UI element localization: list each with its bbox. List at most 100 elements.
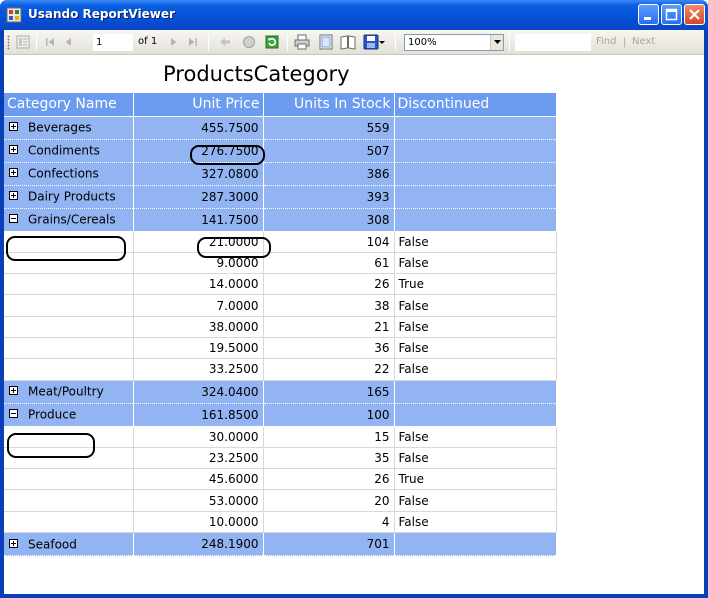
detail-discontinued: True: [394, 273, 557, 296]
detail-unit-price: 38.0000: [133, 316, 264, 338]
close-icon: [689, 9, 700, 20]
detail-row: 7.0000 38 False: [4, 294, 557, 317]
group-units-in-stock: 165: [263, 380, 395, 404]
detail-unit-price: 53.0000: [133, 489, 264, 512]
detail-discontinued: False: [394, 426, 557, 448]
detail-category-cell: [4, 489, 134, 512]
group-unit-price: 327.0800: [133, 162, 264, 186]
find-next-link[interactable]: Next: [632, 36, 655, 47]
expand-toggle-icon[interactable]: [9, 386, 18, 396]
group-discontinued: [394, 380, 557, 404]
report-viewport[interactable]: ProductsCategory Category Name Unit Pric…: [4, 56, 704, 594]
group-unit-price: 287.3000: [133, 185, 264, 209]
column-header-unit-price: Unit Price: [133, 93, 264, 117]
detail-category-cell: [4, 426, 134, 448]
document-map-icon[interactable]: [14, 33, 32, 51]
group-units-in-stock: 393: [263, 185, 395, 209]
group-row: Confections 327.0800 386: [4, 162, 557, 186]
detail-units-in-stock: 38: [263, 294, 395, 317]
group-unit-price: 141.7500: [133, 208, 264, 232]
zoom-select[interactable]: 100%: [404, 34, 504, 51]
group-units-in-stock: 386: [263, 162, 395, 186]
group-unit-price: 276.7500: [133, 139, 264, 163]
expand-toggle-icon[interactable]: [9, 168, 18, 178]
report-table: Category Name Unit Price Units In Stock …: [4, 93, 557, 557]
category-cell: Meat/Poultry: [4, 380, 134, 404]
expand-toggle-icon[interactable]: [9, 145, 18, 155]
last-page-icon[interactable]: [184, 33, 202, 51]
detail-row: 23.2500 35 False: [4, 447, 557, 470]
category-cell: Seafood: [4, 532, 134, 557]
maximize-button[interactable]: [661, 4, 682, 25]
export-dropdown-icon[interactable]: [377, 33, 387, 51]
detail-units-in-stock: 22: [263, 358, 395, 381]
print-layout-icon[interactable]: [317, 33, 335, 51]
detail-discontinued: True: [394, 468, 557, 491]
detail-category-cell: [4, 252, 134, 275]
detail-category-cell: [4, 294, 134, 317]
back-icon[interactable]: [216, 33, 234, 51]
find-text-input[interactable]: [515, 34, 591, 51]
detail-unit-price: 23.2500: [133, 447, 264, 470]
category-name-beverages: Beverages: [28, 120, 92, 135]
detail-discontinued: False: [394, 337, 557, 360]
expand-toggle-icon[interactable]: [9, 538, 18, 548]
collapse-toggle-icon[interactable]: [9, 214, 18, 224]
group-discontinued: [394, 162, 557, 186]
group-units-in-stock: 100: [263, 403, 395, 427]
category-cell: Grains/Cereals: [4, 208, 134, 232]
close-button[interactable]: [684, 4, 705, 25]
detail-row: 38.0000 21 False: [4, 316, 557, 338]
chevron-down-icon: [494, 40, 501, 44]
column-header-discontinued: Discontinued: [394, 93, 557, 117]
detail-category-cell: [4, 468, 134, 491]
toolbar-grip[interactable]: [7, 35, 10, 50]
detail-unit-price: 7.0000: [133, 294, 264, 317]
app-icon: [6, 7, 22, 23]
expand-toggle-icon[interactable]: [9, 191, 18, 201]
find-link[interactable]: Find: [596, 36, 617, 47]
minimize-button[interactable]: [638, 4, 659, 25]
category-name-condiments: Condiments: [28, 143, 100, 158]
collapse-toggle-icon[interactable]: [9, 409, 18, 419]
first-page-icon[interactable]: [41, 33, 59, 51]
group-row: Grains/Cereals 141.7500 308: [4, 208, 557, 232]
toolbar-separator: [287, 34, 288, 51]
page-setup-icon[interactable]: [339, 33, 357, 51]
column-header-category-name: Category Name: [4, 93, 134, 117]
detail-category-cell: [4, 447, 134, 470]
detail-row: 21.0000 104 False: [4, 231, 557, 253]
category-name-produce: Produce: [28, 407, 77, 422]
category-cell: Produce: [4, 403, 134, 427]
group-discontinued: [394, 403, 557, 427]
group-unit-price: 324.0400: [133, 380, 264, 404]
detail-row: 45.6000 26 True: [4, 468, 557, 491]
title-bar[interactable]: Usando ReportViewer: [0, 0, 708, 30]
page-count-label: of 1: [138, 36, 158, 47]
detail-units-in-stock: 26: [263, 273, 395, 296]
next-page-icon[interactable]: [165, 33, 183, 51]
expand-toggle-icon[interactable]: [9, 122, 18, 132]
find-next-separator: |: [623, 37, 627, 48]
zoom-dropdown-button[interactable]: [490, 35, 503, 50]
previous-page-icon[interactable]: [59, 33, 77, 51]
category-cell: Confections: [4, 162, 134, 186]
category-cell: Beverages: [4, 116, 134, 140]
toolbar-separator: [395, 34, 396, 51]
stop-icon[interactable]: [240, 33, 258, 51]
detail-row: 14.0000 26 True: [4, 273, 557, 296]
group-unit-price: 161.8500: [133, 403, 264, 427]
app-window: Usando ReportViewer 1 of 1 100% Find | N…: [0, 0, 708, 598]
detail-units-in-stock: 21: [263, 316, 395, 338]
group-unit-price: 455.7500: [133, 116, 264, 140]
current-page-input[interactable]: 1: [93, 34, 133, 51]
category-name-seafood: Seafood: [28, 537, 77, 552]
group-discontinued: [394, 116, 557, 140]
group-discontinued: [394, 185, 557, 209]
refresh-icon[interactable]: [263, 33, 281, 51]
window-title: Usando ReportViewer: [28, 7, 175, 21]
detail-unit-price: 45.6000: [133, 468, 264, 491]
detail-unit-price: 10.0000: [133, 511, 264, 534]
detail-category-cell: [4, 231, 134, 253]
print-icon[interactable]: [293, 33, 311, 51]
